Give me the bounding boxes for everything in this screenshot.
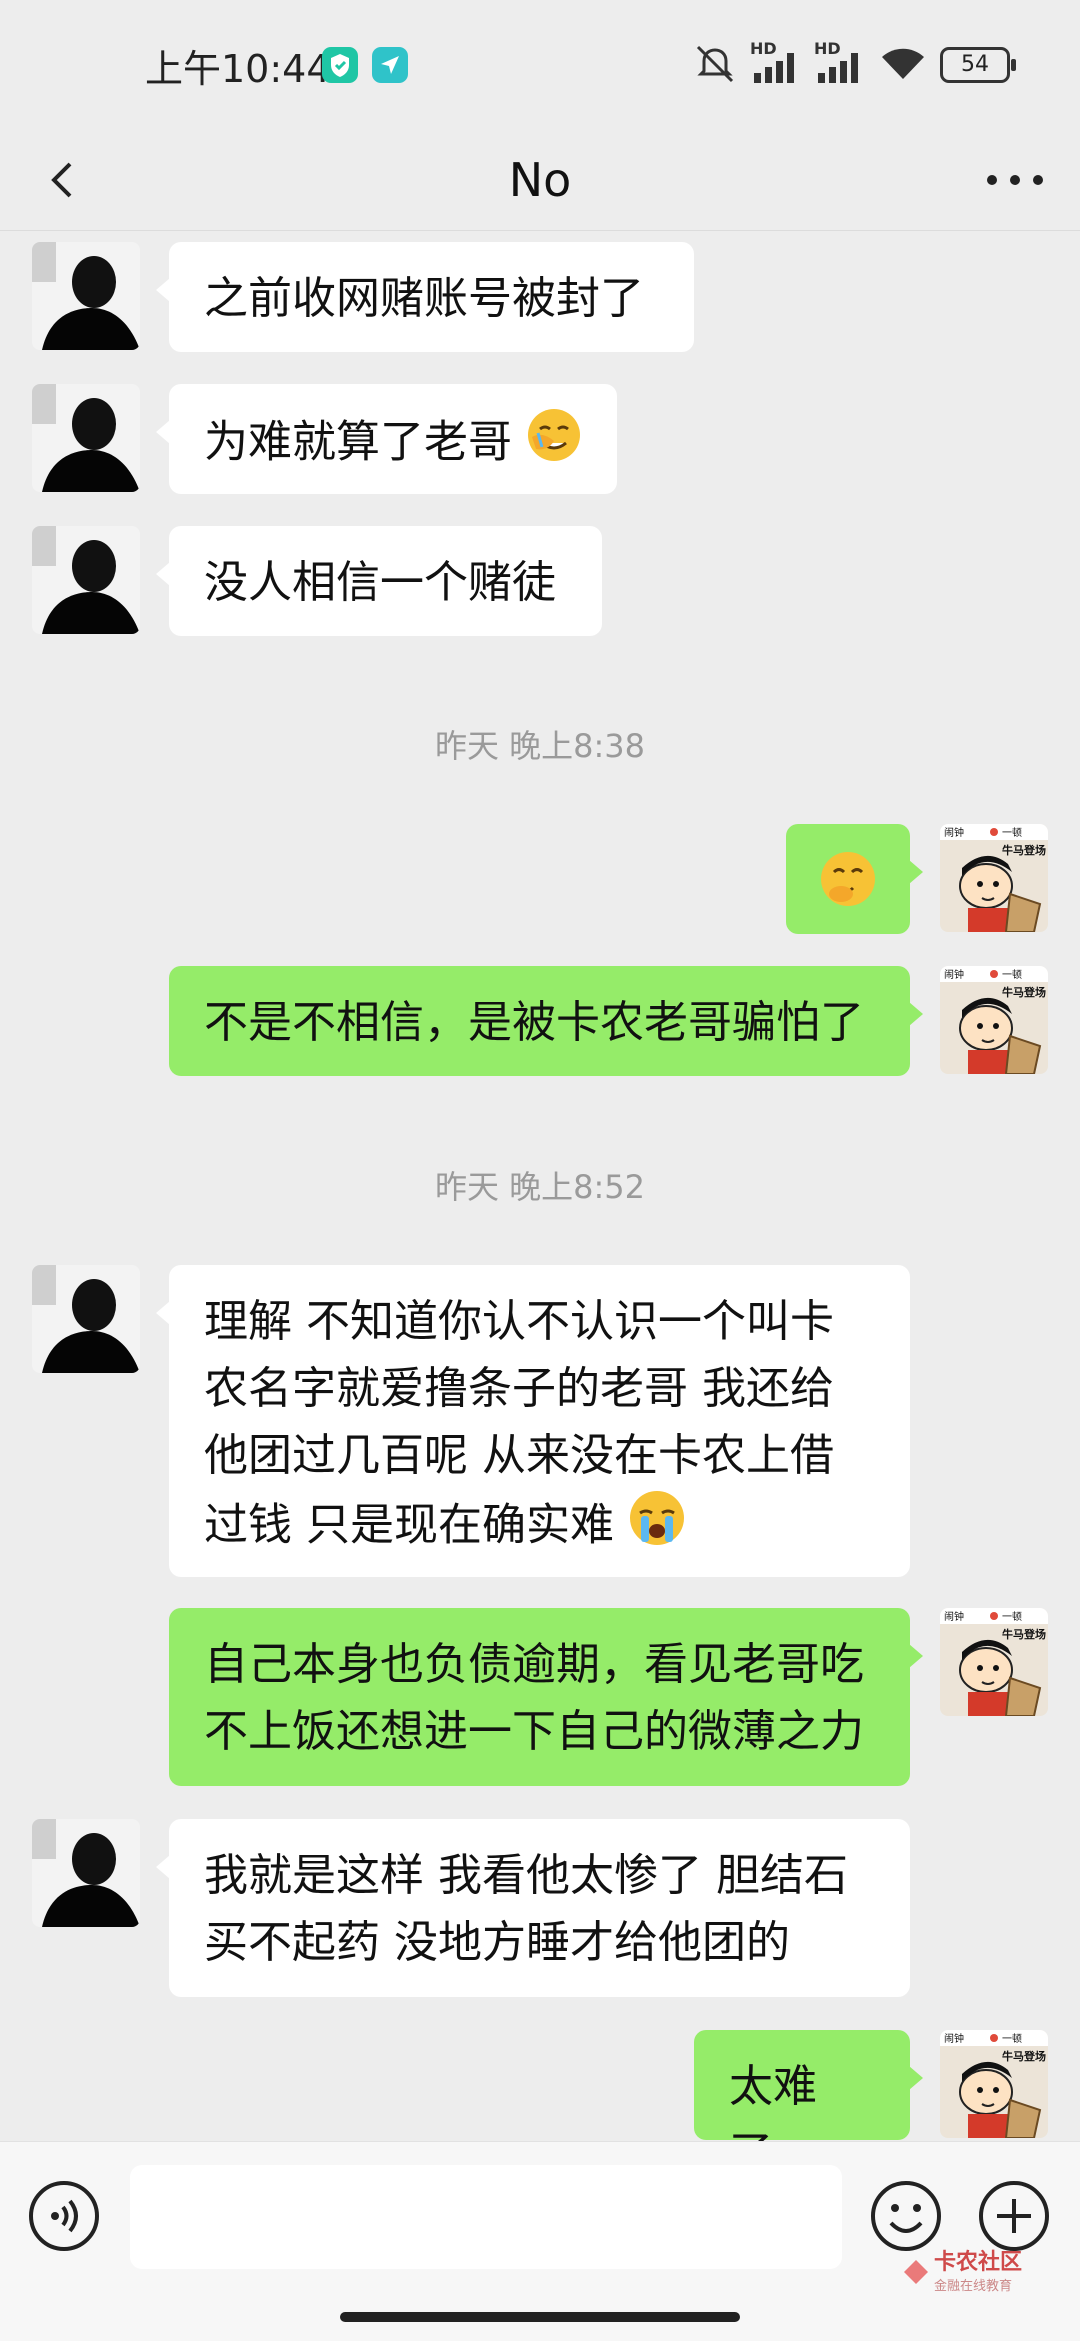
message-bubble-out[interactable]: 不是不相信，是被卡农老哥骗怕了 [169, 966, 923, 1076]
contact-avatar[interactable] [32, 384, 140, 492]
signal-1-icon: HD [750, 39, 802, 87]
chat-header: No [0, 130, 1080, 230]
facepalm-emoji-icon [526, 407, 582, 482]
message-bubble-in[interactable]: 之前收网赌账号被封了 [156, 242, 694, 352]
location-arrow-icon [372, 47, 408, 83]
self-avatar[interactable]: 闹钟 一顿牛马登场 [940, 2030, 1048, 2138]
message-text: 不是不相信，是被卡农老哥骗怕了 [204, 997, 864, 1048]
message-line: 农名字就爱撸条子的老哥 我还给 [204, 1363, 834, 1414]
mute-icon [692, 41, 738, 89]
message-line: 理解 不知道你认不认识一个叫卡 [204, 1296, 834, 1347]
watermark-title: 卡农社区 [934, 2250, 1023, 2275]
message-line: 自己本身也负债逾期，看见老哥吃 [204, 1639, 864, 1690]
svg-text:一顿: 一顿 [1002, 826, 1022, 839]
svg-text:牛马登场: 牛马登场 [1002, 843, 1046, 857]
message-bubble-in[interactable]: 理解 不知道你认不认识一个叫卡 农名字就爱撸条子的老哥 我还给 他团过几百呢 从… [156, 1265, 910, 1577]
back-button[interactable] [40, 142, 110, 218]
message-line: 买不起药 没地方睡才给他团的 [204, 1917, 790, 1968]
self-avatar[interactable]: 闹钟 一顿牛马登场 [940, 1608, 1048, 1716]
status-time: 上午10:44 [145, 47, 331, 91]
voice-icon [29, 2181, 99, 2251]
watermark-subtitle: 金融在线教育 [934, 2279, 1013, 2294]
chat-title: No [508, 153, 572, 207]
contact-avatar[interactable] [32, 1265, 140, 1373]
status-bar: 上午10:44 HD HD 54 [0, 0, 1080, 130]
message-line: 过钱 只是现在确实难 [204, 1499, 614, 1551]
composer-bar: 卡农社区 金融在线教育 [0, 2141, 1080, 2341]
message-line: 不上饭还想进一下自己的微薄之力 [204, 1706, 864, 1757]
battery-indicator: 54 [940, 47, 1016, 83]
watermark-logo-icon [904, 2260, 928, 2284]
more-actions-button[interactable] [977, 2179, 1051, 2253]
home-indicator[interactable] [340, 2312, 740, 2322]
watermark: 卡农社区 金融在线教育 [902, 2252, 1042, 2296]
svg-text:一顿: 一顿 [1002, 968, 1022, 981]
message-bubble-in[interactable]: 没人相信一个赌徒 [156, 526, 602, 636]
shield-icon [322, 47, 358, 83]
contact-avatar[interactable] [32, 526, 140, 634]
chevron-left-icon [51, 162, 72, 198]
message-line: 他团过几百呢 从来没在卡农上借 [204, 1430, 834, 1481]
svg-text:一顿: 一顿 [1002, 2032, 1022, 2045]
message-bubble-out[interactable]: 自己本身也负债逾期，看见老哥吃 不上饭还想进一下自己的微薄之力 [169, 1608, 923, 1786]
self-avatar[interactable]: 闹钟 一顿牛马登场 [940, 966, 1048, 1074]
plus-icon [979, 2181, 1049, 2251]
message-input[interactable] [130, 2165, 842, 2269]
svg-text:闹钟: 闹钟 [944, 1610, 964, 1623]
message-bubble-out[interactable]: 太难了， [694, 2030, 923, 2141]
giggle-emoji-icon [819, 850, 877, 927]
smiley-icon [871, 2181, 941, 2251]
message-bubble-in[interactable]: 为难就算了老哥 [156, 384, 617, 494]
wifi-icon [878, 41, 928, 89]
message-bubble-out[interactable] [786, 824, 923, 934]
voice-input-button[interactable] [27, 2179, 101, 2253]
signal-2-icon: HD [814, 39, 866, 87]
message-bubble-in[interactable]: 我就是这样 我看他太惨了 胆结石 买不起药 没地方睡才给他团的 [156, 1819, 910, 1997]
svg-text:闹钟: 闹钟 [944, 2032, 964, 2045]
message-timestamp: 昨天 晚上8:52 [434, 1168, 646, 1206]
svg-text:闹钟: 闹钟 [944, 968, 964, 981]
message-text: 太难了， [729, 2061, 817, 2141]
message-line: 我就是这样 我看他太惨了 胆结石 [204, 1850, 848, 1901]
crying-emoji-icon [628, 1489, 686, 1566]
message-text: 为难就算了老哥 [204, 416, 512, 468]
svg-text:闹钟: 闹钟 [944, 826, 964, 839]
self-avatar[interactable]: 闹钟 一顿牛马登场 [940, 824, 1048, 932]
message-text: 没人相信一个赌徒 [204, 557, 556, 608]
more-dots-icon [987, 175, 1043, 185]
svg-text:牛马登场: 牛马登场 [1002, 985, 1046, 999]
more-options-button[interactable] [980, 142, 1050, 218]
message-timestamp: 昨天 晚上8:38 [434, 727, 646, 765]
contact-avatar[interactable] [32, 1819, 140, 1927]
svg-text:一顿: 一顿 [1002, 1610, 1022, 1623]
svg-text:牛马登场: 牛马登场 [1002, 1627, 1046, 1641]
message-list: 之前收网赌账号被封了 为难就算了老哥 没人相信一个赌徒 昨天 晚上8:38 闹钟… [0, 231, 1080, 2141]
message-text: 之前收网赌账号被封了 [204, 273, 644, 324]
contact-avatar[interactable] [32, 242, 140, 350]
svg-text:牛马登场: 牛马登场 [1002, 2049, 1046, 2063]
emoji-button[interactable] [869, 2179, 943, 2253]
